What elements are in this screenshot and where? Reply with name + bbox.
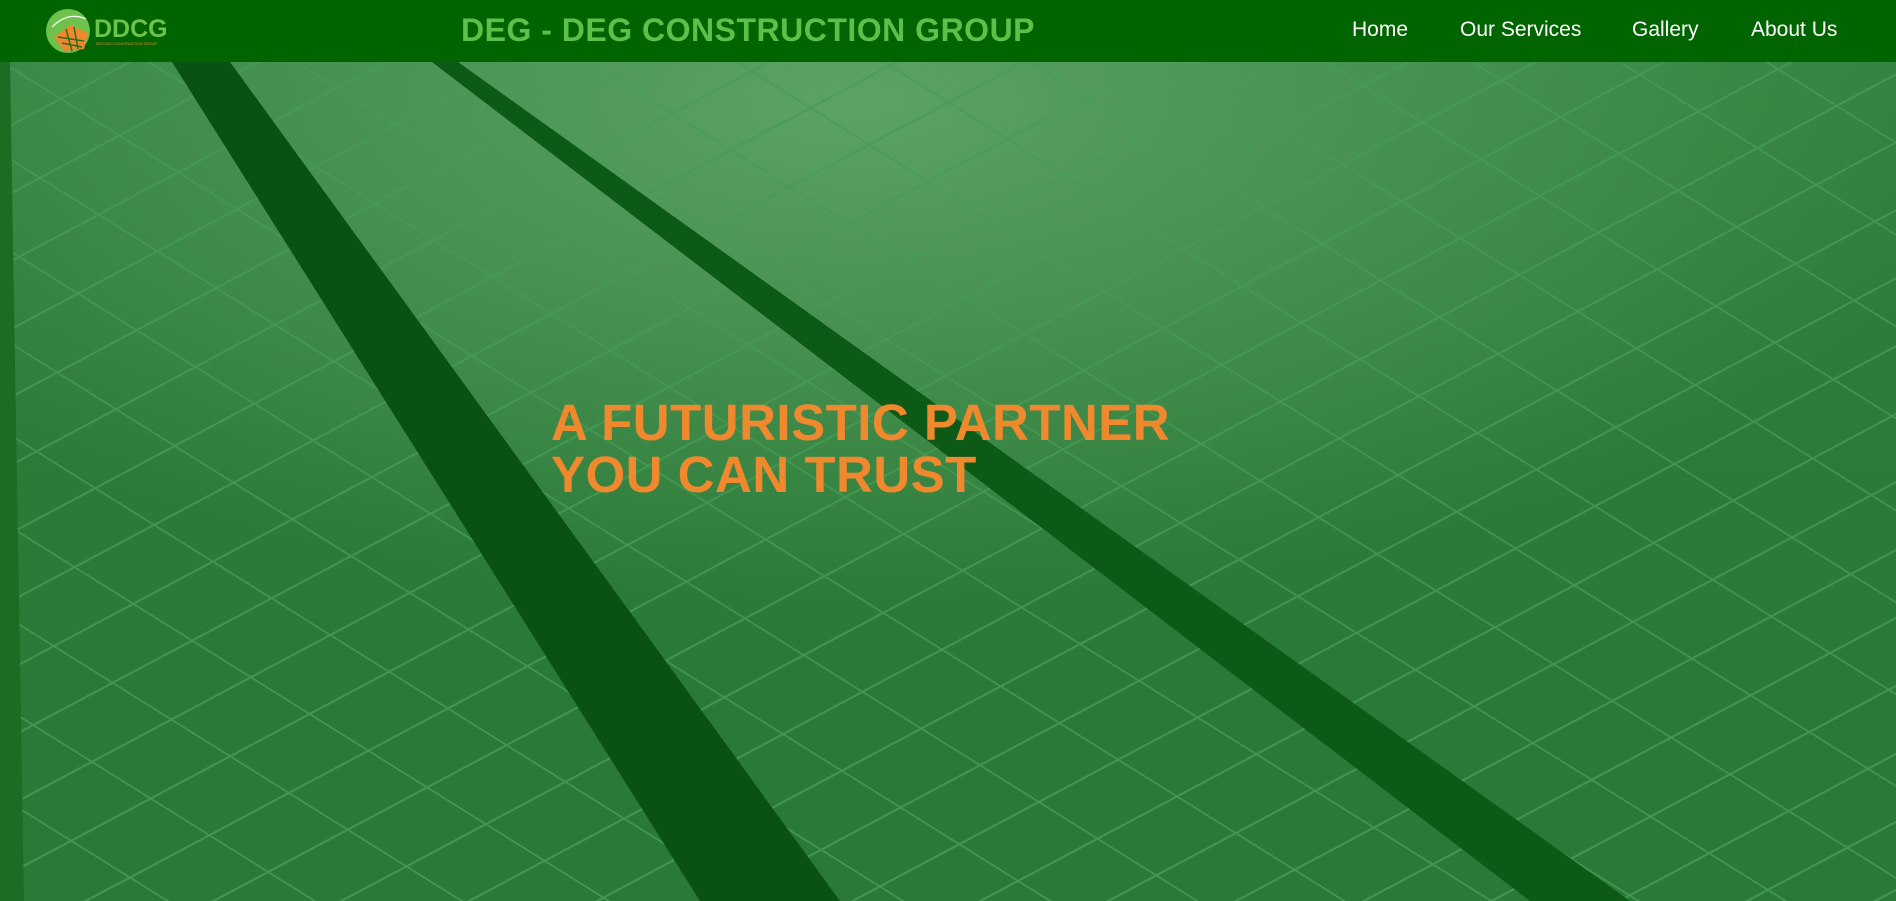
nav-about-us[interactable]: About Us [1751,18,1837,42]
hero-headline-line-2: YOU CAN TRUST [551,446,977,503]
hero-headline: A FUTURISTIC PARTNER YOU CAN TRUST [551,397,1170,501]
site-title: DEG - DEG CONSTRUCTION GROUP [461,12,1036,48]
nav-our-services[interactable]: Our Services [1460,18,1581,42]
svg-text:DEG-DEG CONSTRUCTION GROUP: DEG-DEG CONSTRUCTION GROUP [96,42,157,46]
ddcg-logo: DDCG DEG-DEG CONSTRUCTION GROUP [46,9,168,53]
nav-gallery[interactable]: Gallery [1632,18,1699,42]
nav-home[interactable]: Home [1352,18,1408,42]
hero-headline-line-1: A FUTURISTIC PARTNER [551,394,1171,451]
svg-text:DDCG: DDCG [94,15,168,43]
top-navbar: DDCG DEG-DEG CONSTRUCTION GROUP DEG - DE… [0,0,1896,62]
hero-section: A FUTURISTIC PARTNER YOU CAN TRUST [0,62,1896,901]
